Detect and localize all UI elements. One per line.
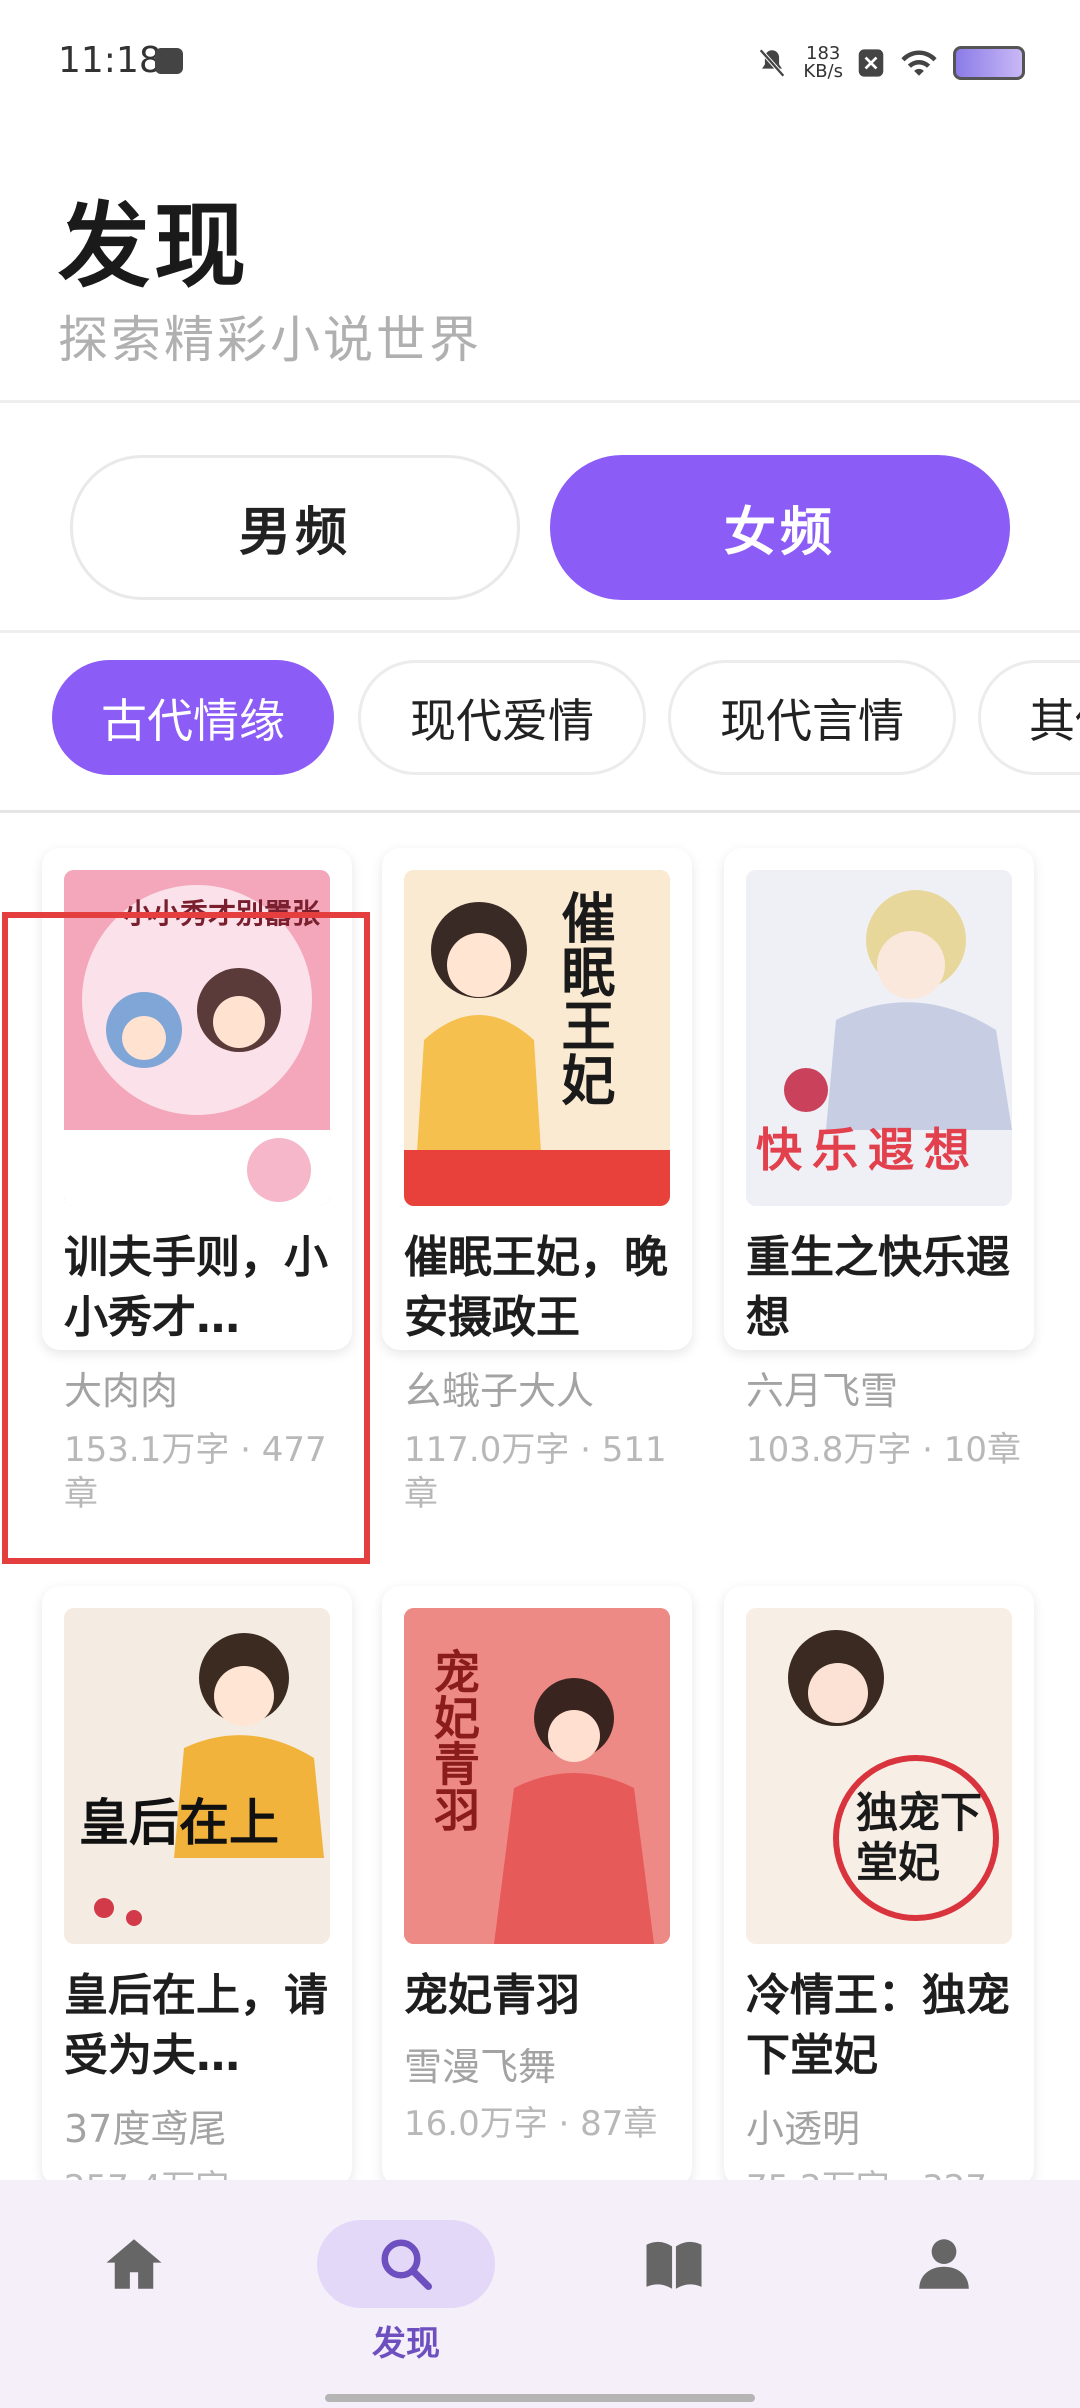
chip-modern-love[interactable]: 现代爱情: [358, 660, 646, 775]
book-title: 重生之快乐遐想: [746, 1232, 1010, 1343]
book-cover[interactable]: 独宠下堂妃: [746, 1608, 1012, 1944]
nav-home[interactable]: [44, 2220, 224, 2380]
nav-discover-pill: [317, 2220, 495, 2308]
book-cover[interactable]: 快乐遐想: [746, 870, 1012, 1206]
tab-male[interactable]: 男频: [70, 455, 520, 600]
book-meta: 16.0万字 · 87章: [404, 2104, 658, 2144]
gender-tabs: 男频 女频: [0, 400, 1080, 633]
tab-female[interactable]: 女频: [550, 455, 1010, 600]
nav-bookshelf[interactable]: [584, 2220, 764, 2380]
book-cover[interactable]: 小小秀才别嚣张: [64, 870, 330, 1206]
cover-text: 宠妃青羽: [427, 1648, 481, 1832]
book-cover[interactable]: 皇后在上: [64, 1608, 330, 1944]
book-card[interactable]: 宠妃青羽 宠妃青羽 雪漫飞舞 16.0万字 · 87章: [382, 1586, 692, 2180]
book-meta: 257.4万字: [64, 2166, 344, 2180]
cover-text: 小小秀才别嚣张: [124, 897, 321, 930]
cover-text: 快乐遐想: [756, 1123, 980, 1177]
book-title: 皇后在上，请受为夫…: [64, 1970, 328, 2081]
cover-illustration: [404, 870, 670, 1206]
nav-discover-label: 发现: [372, 2324, 440, 2364]
book-author: 幺蛾子大人: [404, 1369, 595, 1413]
nav-bookshelf-pill: [585, 2220, 763, 2308]
nav-home-pill: [45, 2220, 223, 2308]
book-cover[interactable]: 催眠王妃: [404, 870, 670, 1206]
home-indicator[interactable]: [325, 2394, 755, 2402]
status-time: 11:18: [58, 40, 162, 81]
search-icon: [381, 2239, 432, 2290]
book-card[interactable]: 小小秀才别嚣张 训夫手则，小小秀才… 大肉肉 153.1万字 · 477章: [42, 848, 352, 1514]
book-title: 催眠王妃，晚安摄政王: [404, 1232, 668, 1343]
book-card[interactable]: 独宠下堂妃 冷情王：独宠下堂妃 小透明 75.2万字 · 327: [724, 1586, 1034, 2180]
book-meta: 103.8万字 · 10章: [746, 1430, 1022, 1470]
book-cover[interactable]: 宠妃青羽: [404, 1608, 670, 1944]
nav-discover[interactable]: 发现: [316, 2220, 496, 2380]
book-title: 宠妃青羽: [404, 1970, 580, 2021]
book-card[interactable]: 催眠王妃 催眠王妃，晚安摄政王 幺蛾子大人 117.0万字 · 511章: [382, 848, 692, 1514]
wifi-icon: [901, 50, 937, 76]
chip-other[interactable]: 其他: [978, 660, 1080, 775]
book-author: 大肉肉: [64, 1369, 179, 1413]
book-title: 冷情王：独宠下堂妃: [746, 1970, 1010, 2081]
page-title: 发现: [58, 193, 251, 300]
chip-ancient-romance[interactable]: 古代情缘: [52, 660, 334, 775]
book-title: 训夫手则，小小秀才…: [64, 1232, 328, 1343]
chip-modern-romance[interactable]: 现代言情: [668, 660, 956, 775]
sim-icon: [858, 49, 884, 77]
book-author: 雪漫飞舞: [404, 2045, 557, 2089]
page-subtitle: 探索精彩小说世界: [58, 311, 482, 369]
book-card[interactable]: 皇后在上 皇后在上，请受为夫… 37度鸢尾 257.4万字: [42, 1586, 352, 2180]
book-meta: 153.1万字 · 477章: [64, 1430, 327, 1514]
status-bar: 11:18 183 KB/s: [0, 0, 1080, 130]
book-grid: 小小秀才别嚣张 训夫手则，小小秀才… 大肉肉 153.1万字 · 477章 催眠…: [0, 810, 1080, 2180]
cover-text: 催眠王妃: [552, 890, 616, 1106]
cover-illustration: [64, 1608, 330, 1944]
cover-text: 皇后在上: [79, 1793, 279, 1852]
category-chips: 古代情缘 现代爱情 现代言情 其他: [0, 630, 1080, 813]
book-meta: 75.2万字 · 327: [746, 2166, 1026, 2180]
message-notification-icon: [155, 48, 183, 74]
page-header: 发现 探索精彩小说世界: [0, 150, 1080, 403]
person-icon: [919, 2239, 969, 2289]
network-speed-unit: KB/s: [803, 61, 843, 82]
cover-illustration: [746, 1608, 1012, 1944]
book-author: 37度鸢尾: [64, 2107, 227, 2151]
book-author: 六月飞雪: [746, 1369, 899, 1413]
book-icon: [646, 2241, 702, 2289]
mute-icon: [759, 48, 786, 78]
book-meta: 117.0万字 · 511章: [404, 1430, 667, 1514]
nav-profile-pill: [855, 2220, 1033, 2308]
network-speed: 183 KB/s: [803, 45, 843, 81]
nav-profile[interactable]: [854, 2220, 1034, 2380]
bottom-nav: 发现: [0, 2180, 1080, 2408]
book-author: 小透明: [746, 2107, 861, 2151]
home-icon: [106, 2239, 162, 2289]
cover-text: 独宠下堂妃: [856, 1788, 983, 1887]
status-icons: 183 KB/s: [755, 38, 1025, 88]
book-card[interactable]: 快乐遐想 重生之快乐遐想 六月飞雪 103.8万字 · 10章: [724, 848, 1034, 1470]
battery-icon: [953, 46, 1025, 80]
